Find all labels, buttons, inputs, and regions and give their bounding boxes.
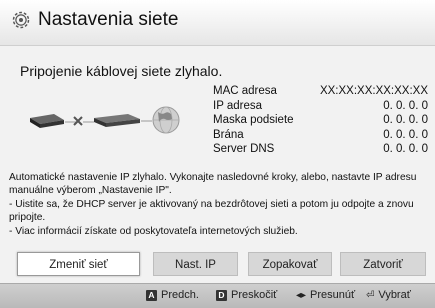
connection-diagram	[30, 106, 180, 134]
gateway-label: Brána	[213, 128, 244, 141]
footer-hints: A Predch. D Preskočiť ◂▸ Presunúť ⏎ Vybr…	[0, 283, 435, 308]
change-network-button[interactable]: Zmeniť sieť	[17, 252, 140, 276]
dns-server-label: Server DNS	[213, 143, 275, 155]
globe-icon	[152, 106, 180, 134]
message-line: Automatické nastavenie IP zlyhalo. Vykon…	[9, 172, 417, 183]
close-button[interactable]: Zatvoriť	[340, 252, 426, 276]
move-hint: ◂▸ Presunúť	[296, 289, 355, 301]
ip-address-label: IP adresa	[213, 99, 263, 112]
d-key-icon: D	[216, 289, 227, 301]
mac-address-value: XX:XX:XX:XX:XX:XX	[319, 85, 428, 97]
arrows-icon: ◂▸	[296, 289, 307, 301]
player-icon	[30, 114, 64, 128]
message-line: manuálne výberom „Nastavenie IP".	[9, 185, 172, 197]
gateway-value: 0. 0. 0. 0	[383, 128, 428, 141]
previous-hint[interactable]: A Predch.	[146, 289, 199, 301]
header-bar: Nastavenia siete	[0, 0, 435, 46]
select-hint: ⏎ Vybrať	[366, 289, 411, 301]
skip-hint[interactable]: D Preskočiť	[216, 289, 277, 301]
failed-link-icon	[73, 116, 83, 126]
skip-label: Preskočiť	[231, 289, 278, 301]
retry-button[interactable]: Zopakovať	[248, 252, 332, 276]
network-info-values: XX:XX:XX:XX:XX:XX 0. 0. 0. 0 0. 0. 0. 0 …	[320, 84, 428, 157]
ip-address-value: 0. 0. 0. 0	[383, 99, 428, 112]
subnet-mask-label: Maska podsiete	[213, 114, 294, 126]
subnet-mask-value: 0. 0. 0. 0	[383, 114, 428, 126]
gear-icon	[12, 11, 30, 29]
router-icon	[94, 114, 140, 127]
network-info-labels: MAC adresa IP adresa Maska podsiete Brán…	[213, 84, 294, 157]
move-label: Presunúť	[310, 289, 356, 301]
page-title: Nastavenia siete	[38, 9, 179, 30]
dns-server-value: 0. 0. 0. 0	[383, 143, 428, 155]
a-key-icon: A	[146, 289, 157, 301]
ip-settings-button[interactable]: Nast. IP	[153, 252, 238, 276]
action-buttons: Zmeniť sieť Nast. IP Zopakovať Zatvoriť	[17, 252, 429, 278]
mac-address-label: MAC adresa	[213, 85, 277, 97]
enter-icon: ⏎	[366, 289, 375, 301]
message-line: - Viac informácií získate od poskytovate…	[9, 225, 298, 237]
previous-label: Predch.	[161, 289, 199, 301]
error-message: Automatické nastavenie IP zlyhalo. Vykon…	[9, 171, 429, 238]
message-line: - Uistite sa, že DHCP server je aktivova…	[9, 198, 414, 210]
connection-status-text: Pripojenie káblovej siete zlyhalo.	[20, 63, 223, 79]
select-label: Vybrať	[378, 289, 411, 301]
message-line: pripojte.	[9, 212, 46, 224]
